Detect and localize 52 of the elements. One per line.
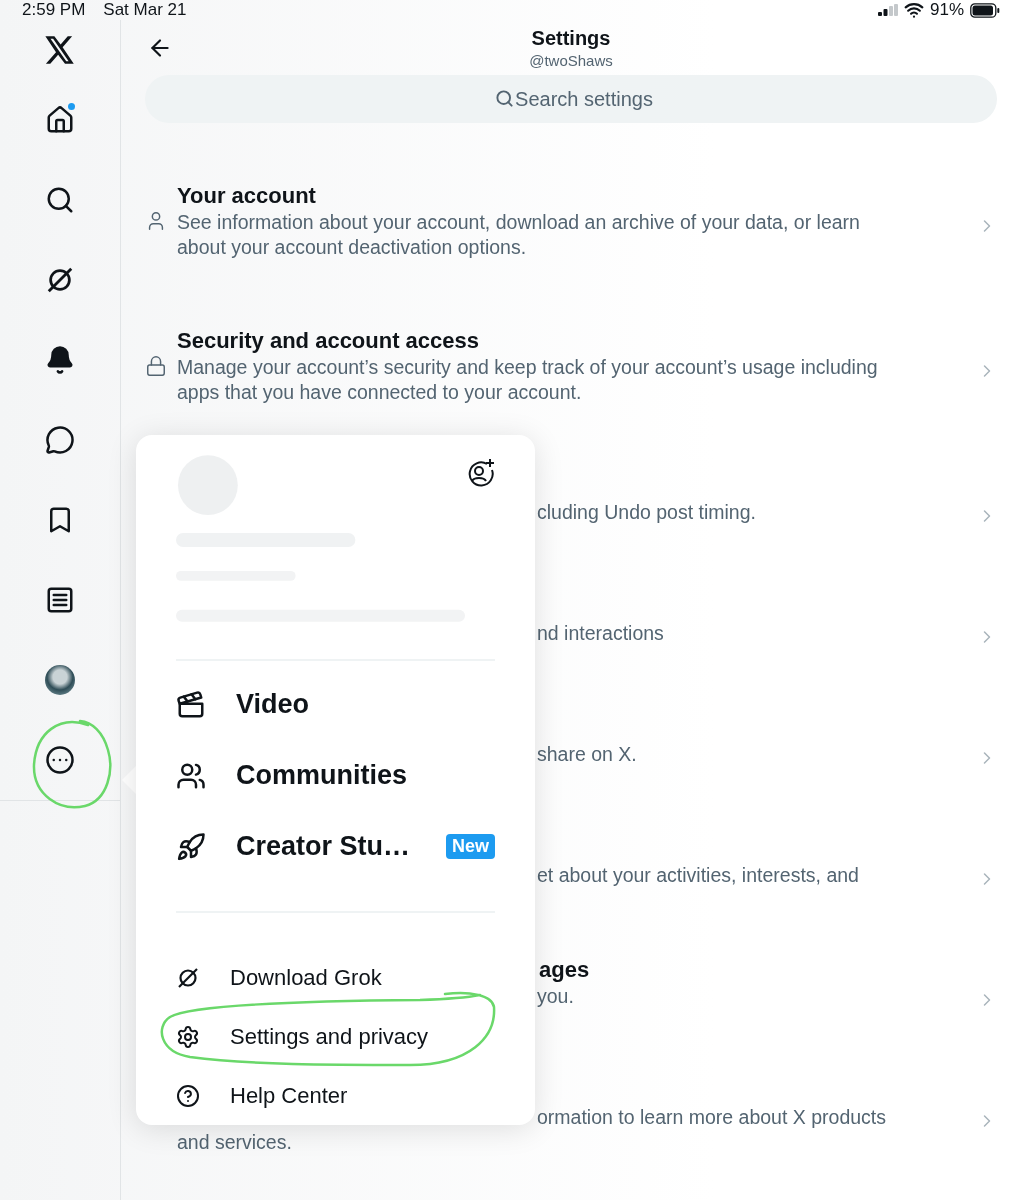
menu-item[interactable]: Communities <box>176 740 495 812</box>
menu-item-label: Help Center <box>230 1082 348 1109</box>
menu-item[interactable]: Download Grok <box>176 948 495 1007</box>
lock-icon <box>145 355 167 377</box>
clapperboard-icon <box>176 689 206 720</box>
setting-description: See information about your account, download an archive of your data, or learn <box>177 211 860 233</box>
new-badge: New <box>446 834 495 860</box>
setting-description: et about your activities, interests, and <box>537 864 859 886</box>
menu-item-label: Download Grok <box>230 964 382 991</box>
setting-description: share on X. <box>537 743 637 765</box>
battery-icon <box>970 2 1000 18</box>
page-title: Settings <box>531 26 611 50</box>
clock-time: 2:59 PM <box>22 0 86 20</box>
signal-icon <box>877 4 898 16</box>
setting-title[interactable]: ages <box>539 957 590 982</box>
wifi-icon <box>903 0 924 20</box>
menu-item[interactable]: Video <box>176 669 495 741</box>
setting-description: ormation to learn more about X products <box>537 1106 887 1128</box>
date: Sat Mar 21 <box>103 0 187 20</box>
home-icon[interactable] <box>45 105 75 135</box>
setting-description: about your account deactivation options. <box>177 236 527 258</box>
list-icon[interactable] <box>45 585 75 615</box>
settings-icon <box>176 1024 200 1049</box>
battery-percent: 91% <box>929 0 964 20</box>
menu-item[interactable]: Settings and privacy <box>176 1007 495 1066</box>
setting-description: Manage your account’s security and keep track of your account’s usage including <box>177 356 878 378</box>
username: @twoShaws <box>529 51 613 69</box>
search-field[interactable]: Search settings <box>145 75 997 123</box>
setting-title[interactable]: Security and account access <box>177 328 480 353</box>
chat-bubble-icon[interactable] <box>45 425 75 455</box>
menu-item-label: Communities <box>236 760 408 792</box>
menu-item[interactable]: Help Center <box>176 1066 495 1125</box>
more-icon[interactable] <box>45 745 75 775</box>
setting-description: you. <box>537 985 574 1007</box>
menu-item-label: Video <box>236 689 310 721</box>
setting-description: apps that you have connected to your account. <box>177 381 582 403</box>
rocket-icon <box>176 831 206 862</box>
setting-title[interactable]: Your account <box>177 183 316 208</box>
slashed-circle-icon[interactable] <box>45 265 75 295</box>
setting-description: nd interactions <box>537 622 664 644</box>
search-icon[interactable] <box>45 185 75 215</box>
profile-avatar[interactable] <box>45 665 75 695</box>
search-icon <box>495 89 514 108</box>
x-logo-icon <box>45 36 75 64</box>
slashed-circle-icon[interactable] <box>176 965 200 990</box>
menu-item-label: Settings and privacy <box>230 1023 429 1050</box>
help-icon <box>176 1083 200 1108</box>
setting-description: cluding Undo post timing. <box>537 501 756 523</box>
setting-description: and services. <box>177 1131 292 1153</box>
menu-item[interactable]: Creator Stu… New <box>176 811 495 883</box>
bell-icon[interactable] <box>45 345 75 375</box>
menu-item-label: Creator Stu… <box>236 831 411 863</box>
